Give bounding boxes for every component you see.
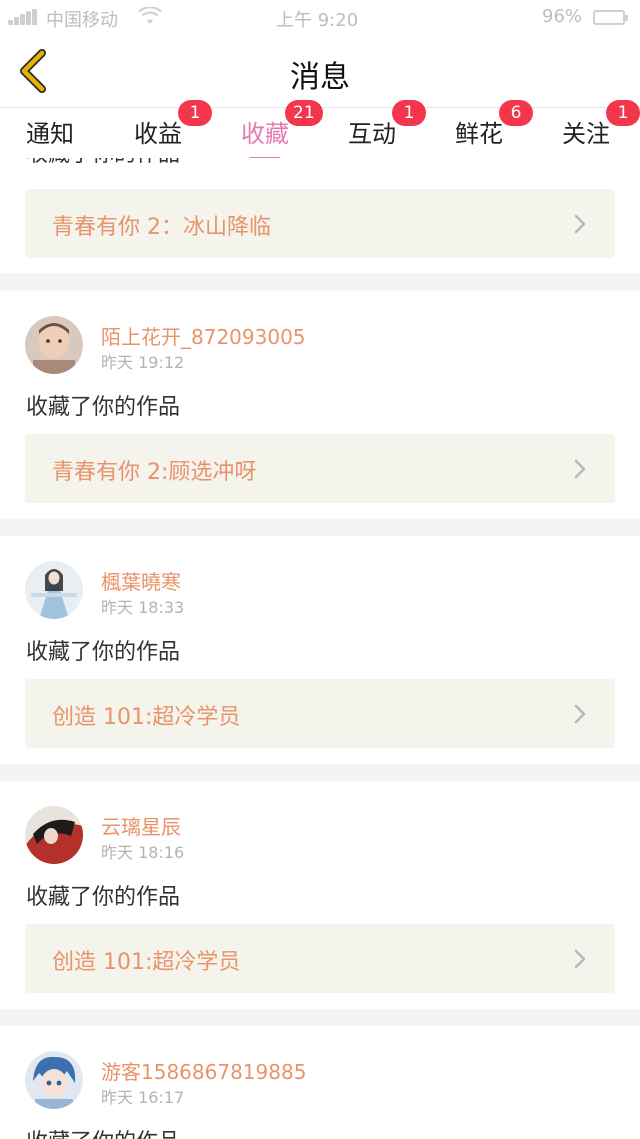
action-text: 收藏了你的作品	[26, 885, 181, 910]
work-title: 青春有你 2:顾选冲呀	[52, 460, 257, 485]
tab-interaction-badge: 1	[392, 100, 426, 126]
chevron-right-icon	[574, 459, 586, 479]
notification-card: 陌上花开_872093005 昨天 19:12 收藏了你的作品 青春有你 2:顾…	[0, 291, 640, 519]
notification-list[interactable]: 收藏了你的作品 青春有你 2：冰山降临 陌上花开_872093005 昨天 19…	[0, 158, 640, 1139]
tab-bar: 通知 收益 收藏 互动 鲜花 关注 1 21 1 6 1	[0, 100, 640, 161]
tab-label: 通知	[26, 120, 74, 148]
tab-flowers-badge: 6	[499, 100, 533, 126]
work-link[interactable]: 创造 101:超冷学员	[25, 679, 615, 748]
tab-earnings[interactable]: 收益	[134, 114, 182, 149]
username[interactable]: 云璃星辰	[101, 811, 181, 840]
avatar[interactable]	[25, 1051, 83, 1109]
tab-earnings-badge: 1	[178, 100, 212, 126]
timestamp: 昨天 19:12	[101, 353, 185, 372]
nav-bar: 消息	[0, 34, 640, 108]
avatar[interactable]	[25, 806, 83, 864]
username[interactable]: 楓葉曉寒	[101, 566, 181, 595]
work-link[interactable]: 创造 101:超冷学员	[25, 924, 615, 993]
action-text: 收藏了你的作品	[26, 1124, 180, 1139]
tab-favorites[interactable]: 收藏	[241, 114, 289, 161]
action-text: 收藏了你的作品	[26, 640, 181, 665]
work-title: 青春有你 2：冰山降临	[52, 215, 271, 240]
battery-percent: 96%	[542, 6, 583, 27]
notification-card: 游客1586867819885 昨天 16:17 收藏了你的作品	[0, 1026, 640, 1139]
username[interactable]: 陌上花开_872093005	[101, 321, 306, 350]
notification-card: 楓葉曉寒 昨天 18:33 收藏了你的作品 创造 101:超冷学员	[0, 536, 640, 764]
chevron-right-icon	[574, 949, 586, 969]
tab-favorites-badge: 21	[285, 100, 323, 126]
signal-icon	[8, 9, 38, 25]
avatar[interactable]	[25, 316, 83, 374]
tab-label: 互动	[348, 120, 396, 148]
wifi-icon	[138, 7, 162, 24]
work-link[interactable]: 青春有你 2:顾选冲呀	[25, 434, 615, 503]
tab-follow-badge: 1	[606, 100, 640, 126]
battery-icon	[593, 10, 628, 25]
avatar[interactable]	[25, 561, 83, 619]
timestamp: 昨天 18:33	[101, 598, 185, 617]
tab-notice[interactable]: 通知	[26, 114, 74, 149]
clock: 上午 9:20	[276, 10, 359, 31]
tab-interaction[interactable]: 互动	[348, 114, 396, 149]
work-title: 创造 101:超冷学员	[52, 705, 241, 730]
status-bar: 中国移动 上午 9:20 96%	[0, 0, 640, 34]
chevron-right-icon	[574, 704, 586, 724]
timestamp: 昨天 18:16	[101, 843, 185, 862]
action-text: 收藏了你的作品	[26, 395, 181, 420]
chevron-right-icon	[574, 214, 586, 234]
notification-card: 收藏了你的作品 青春有你 2：冰山降临	[0, 158, 640, 273]
action-text: 收藏了你的作品	[26, 158, 180, 168]
notification-card: 云璃星辰 昨天 18:16 收藏了你的作品 创造 101:超冷学员	[0, 781, 640, 1009]
tab-label: 收藏	[241, 120, 289, 148]
carrier-label: 中国移动	[46, 10, 118, 31]
tab-flowers[interactable]: 鲜花	[455, 114, 503, 149]
page-title: 消息	[290, 60, 350, 95]
tab-label: 鲜花	[455, 120, 503, 148]
tab-follow[interactable]: 关注	[562, 114, 610, 149]
username[interactable]: 游客1586867819885	[101, 1056, 306, 1085]
work-title: 创造 101:超冷学员	[52, 950, 241, 975]
tab-label: 收益	[134, 120, 182, 148]
tab-label: 关注	[562, 120, 610, 148]
timestamp: 昨天 16:17	[101, 1088, 185, 1107]
work-link[interactable]: 青春有你 2：冰山降临	[25, 189, 615, 258]
